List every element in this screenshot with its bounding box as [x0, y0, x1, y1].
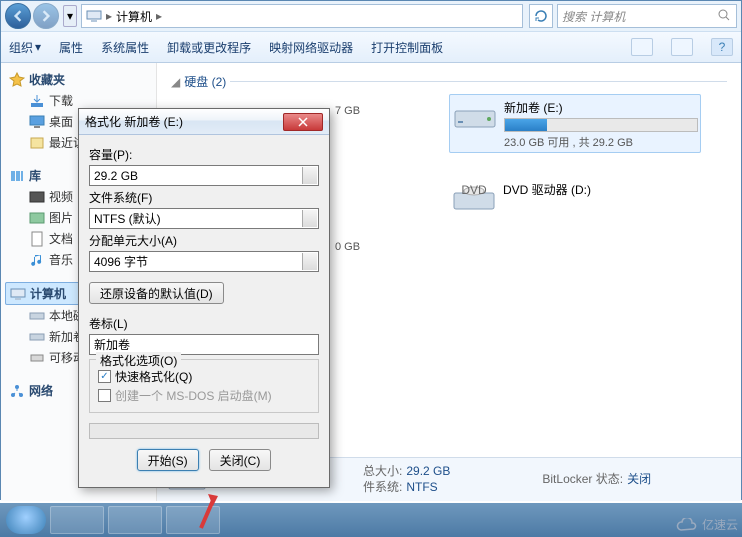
hdd-icon — [453, 99, 497, 135]
allocation-label: 分配单元大小(A) — [89, 232, 319, 249]
search-placeholder: 搜索 计算机 — [562, 8, 625, 25]
capacity-label: 容量(P): — [89, 146, 319, 163]
hdd-icon — [29, 329, 45, 345]
close-icon — [298, 117, 308, 127]
search-input[interactable]: 搜索 计算机 — [557, 4, 737, 28]
tb-map-drive[interactable]: 映射网络驱动器 — [269, 39, 353, 56]
download-icon — [29, 93, 45, 109]
sidebar-favorites[interactable]: 收藏夹 — [5, 69, 152, 90]
drive-dvd[interactable]: DVD DVD 驱动器 (D:) — [449, 177, 701, 221]
nav-forward-button[interactable] — [33, 3, 59, 29]
taskbar-item[interactable] — [50, 506, 104, 534]
desktop-icon — [29, 114, 45, 130]
progress-bar — [89, 423, 319, 439]
drive-0gb: 0 GB — [335, 241, 360, 253]
hdd-icon — [29, 308, 45, 324]
drive-stats: 23.0 GB 可用 , 共 29.2 GB — [504, 134, 698, 150]
drive-newvolume[interactable]: 新加卷 (E:) 23.0 GB 可用 , 共 29.2 GB — [449, 94, 701, 153]
cloud-icon — [676, 518, 698, 532]
breadcrumb-computer[interactable]: 计算机 — [116, 8, 152, 25]
format-options-label: 格式化选项(O) — [96, 352, 181, 369]
filesystem-label: 文件系统(F) — [89, 189, 319, 206]
tb-uninstall[interactable]: 卸载或更改程序 — [167, 39, 251, 56]
dialog-close-button[interactable] — [283, 113, 323, 131]
status-size-v: 29.2 GB — [406, 464, 450, 478]
music-icon — [29, 252, 45, 268]
address-bar: ▾ ▸ 计算机 ▸ 搜索 计算机 — [1, 1, 741, 31]
nav-back-button[interactable] — [5, 3, 31, 29]
removable-icon — [29, 350, 45, 366]
tb-view-button[interactable] — [631, 38, 653, 56]
close-button[interactable]: 关闭(C) — [209, 449, 272, 471]
dvd-icon: DVD — [452, 181, 496, 217]
filesystem-select[interactable]: NTFS (默认) — [89, 208, 319, 229]
nav-history-dropdown[interactable]: ▾ — [63, 5, 77, 27]
tb-sys-properties[interactable]: 系统属性 — [101, 39, 149, 56]
watermark: 亿速云 — [676, 516, 738, 533]
volume-label-label: 卷标(L) — [89, 315, 319, 332]
refresh-icon — [533, 8, 549, 24]
tb-organize[interactable]: 组织 ▾ — [9, 39, 41, 56]
status-size-k: 总大小: — [363, 464, 402, 478]
tb-help-button[interactable]: ? — [711, 38, 733, 56]
start-button[interactable] — [6, 506, 46, 534]
taskbar — [0, 503, 742, 537]
status-fs-k: 件系统: — [363, 480, 402, 494]
star-icon — [9, 72, 25, 88]
tb-properties[interactable]: 属性 — [59, 39, 83, 56]
capacity-select[interactable]: 29.2 GB — [89, 165, 319, 186]
allocation-select[interactable]: 4096 字节 — [89, 251, 319, 272]
document-icon — [29, 231, 45, 247]
drive-system-size: 7 GB — [335, 105, 360, 117]
taskbar-item[interactable] — [108, 506, 162, 534]
svg-text:DVD: DVD — [461, 183, 487, 197]
drive-label: 新加卷 (E:) — [504, 97, 698, 116]
search-icon — [716, 7, 732, 23]
quick-format-checkbox[interactable]: ✓快速格式化(Q) — [98, 368, 310, 385]
format-dialog: 格式化 新加卷 (E:) 容量(P): 29.2 GB 文件系统(F) NTFS… — [78, 108, 330, 488]
recent-icon — [29, 135, 45, 151]
taskbar-item[interactable] — [166, 506, 220, 534]
start-button[interactable]: 开始(S) — [137, 449, 199, 471]
msdos-checkbox[interactable]: 创建一个 MS-DOS 启动盘(M) — [98, 387, 310, 404]
status-bl-k: BitLocker 状态: — [542, 472, 623, 486]
picture-icon — [29, 210, 45, 226]
refresh-button[interactable] — [529, 4, 553, 28]
computer-icon — [10, 286, 26, 302]
tb-control-panel[interactable]: 打开控制面板 — [371, 39, 443, 56]
status-fs-v: NTFS — [406, 480, 437, 494]
status-bl-v: 关闭 — [627, 472, 651, 486]
section-header-hdd[interactable]: ◢ 硬盘 (2) — [171, 73, 727, 94]
drive-label: DVD 驱动器 (D:) — [503, 179, 699, 198]
computer-icon — [86, 8, 102, 24]
restore-defaults-button[interactable]: 还原设备的默认值(D) — [89, 282, 224, 304]
network-icon — [9, 383, 25, 399]
library-icon — [9, 168, 25, 184]
breadcrumb[interactable]: ▸ 计算机 ▸ — [81, 4, 523, 28]
tb-preview-button[interactable] — [671, 38, 693, 56]
dialog-titlebar[interactable]: 格式化 新加卷 (E:) — [79, 109, 329, 135]
dialog-title: 格式化 新加卷 (E:) — [85, 113, 283, 130]
toolbar: 组织 ▾ 属性 系统属性 卸载或更改程序 映射网络驱动器 打开控制面板 ? — [1, 31, 741, 63]
video-icon — [29, 189, 45, 205]
drive-usage-bar — [504, 118, 698, 132]
